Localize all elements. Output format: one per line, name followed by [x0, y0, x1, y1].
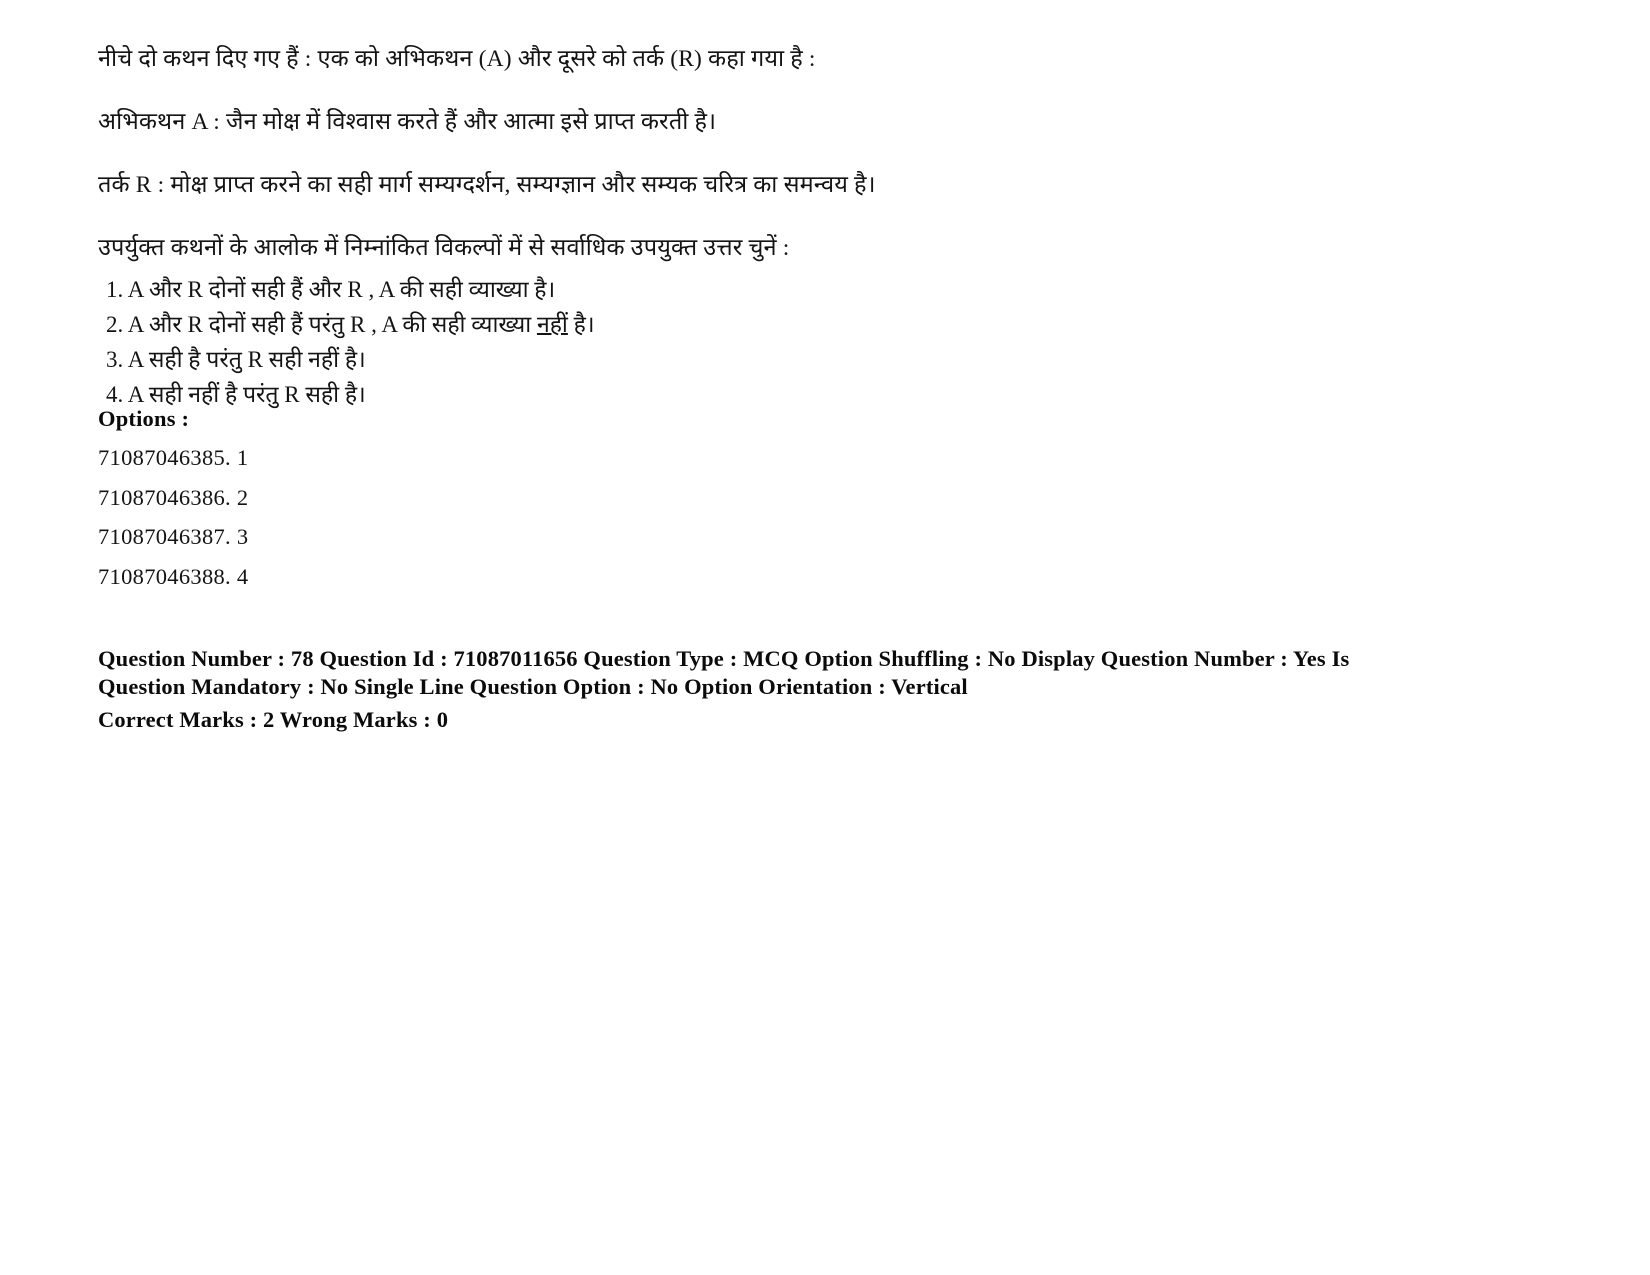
choice-number: 3. — [106, 346, 124, 372]
stem-line-reason: तर्क R : मोक्ष प्राप्त करने का सही मार्ग… — [98, 172, 876, 199]
option-id-item: 71087046386. 2 — [98, 484, 249, 510]
stem-line-instruction: उपर्युक्त कथनों के आलोक में निम्नांकित व… — [98, 235, 790, 262]
metadata-line-2: Question Mandatory : No Single Line Ques… — [98, 674, 968, 700]
choice-label-emphasis: नहीं — [536, 311, 568, 337]
choice-number: 1. — [106, 276, 124, 302]
choice-label: A सही है परंतु R सही नहीं है। — [127, 346, 366, 372]
choice-label: A और R दोनों सही हैं परंतु R , A की सही … — [127, 311, 537, 337]
stem-line-intro: नीचे दो कथन दिए गए हैं : एक को अभिकथन (A… — [98, 46, 816, 72]
question-stem: नीचे दो कथन दिए गए हैं : एक को अभिकथन (A… — [98, 44, 1568, 264]
option-id-item: 71087046385. 1 — [98, 445, 249, 471]
choice-list: 1. A और R दोनों सही हैं और R , A की सही … — [98, 278, 1568, 406]
choice-item-2[interactable]: 2. A और R दोनों सही हैं परंतु R , A की स… — [98, 313, 1568, 336]
options-heading: Options : — [98, 405, 190, 431]
choice-item-4[interactable]: 4. A सही नहीं है परंतु R सही है। — [98, 383, 1568, 406]
choice-number: 4. — [106, 381, 124, 407]
metadata-line-3: Correct Marks : 2 Wrong Marks : 0 — [98, 706, 449, 732]
choice-label-tail: है। — [567, 311, 595, 337]
metadata-line-1: Question Number : 78 Question Id : 71087… — [98, 646, 1350, 672]
option-id-list: 71087046385. 1 71087046386. 2 7108704638… — [98, 447, 1568, 588]
question-metadata: Question Number : 78 Question Id : 71087… — [98, 645, 1428, 734]
choice-label: A और R दोनों सही हैं और R , A की सही व्य… — [127, 276, 556, 302]
choice-label: A सही नहीं है परंतु R सही है। — [127, 381, 366, 407]
question-content: नीचे दो कथन दिए गए हैं : एक को अभिकथन (A… — [98, 44, 1568, 732]
option-id-item: 71087046388. 4 — [98, 563, 249, 589]
stem-line-assertion: अभिकथन A : जैन मोक्ष में विश्वास करते है… — [98, 109, 717, 136]
choice-item-1[interactable]: 1. A और R दोनों सही हैं और R , A की सही … — [98, 278, 1568, 301]
choice-item-3[interactable]: 3. A सही है परंतु R सही नहीं है। — [98, 348, 1568, 371]
option-id-item: 71087046387. 3 — [98, 524, 249, 550]
question-page: नीचे दो कथन दिए गए हैं : एक को अभिकथन (A… — [0, 0, 1650, 1275]
choice-number: 2. — [106, 311, 124, 337]
